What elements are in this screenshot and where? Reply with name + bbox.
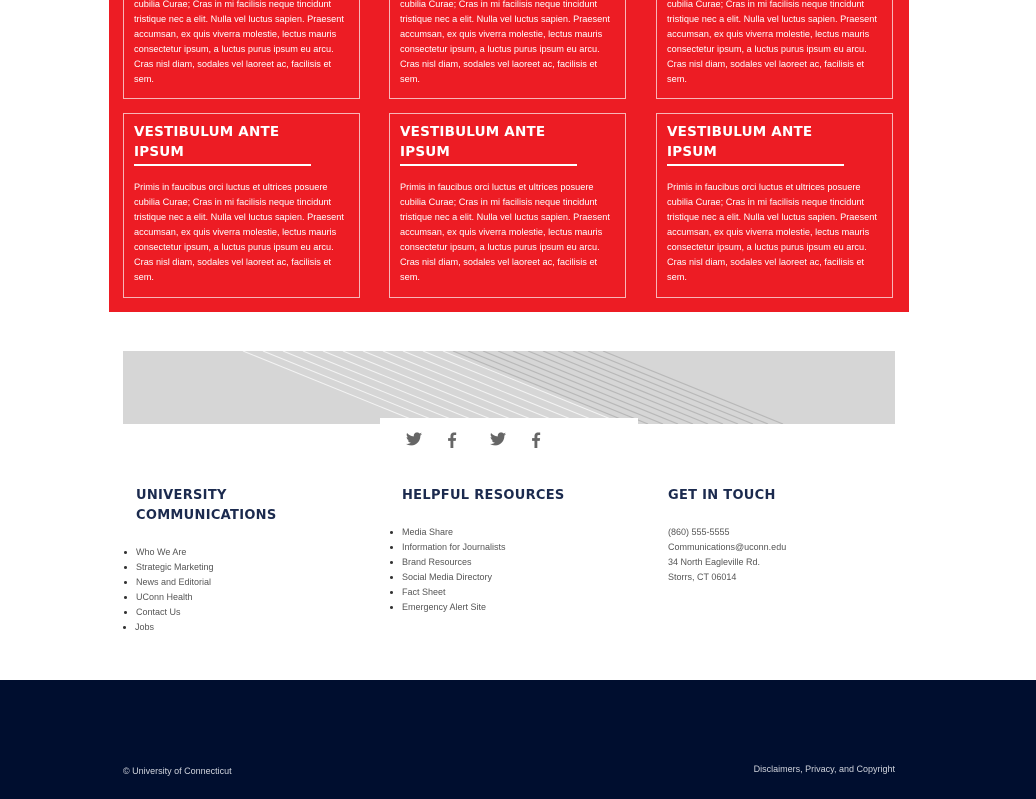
twitter-icon[interactable] — [405, 432, 423, 448]
footer-link[interactable]: Who We Are — [136, 547, 186, 557]
facebook-icon[interactable] — [443, 432, 461, 448]
list-item: Information for Journalists — [390, 540, 632, 555]
footer-link[interactable]: Jobs — [135, 622, 154, 632]
list-item: Social Media Directory — [390, 570, 632, 585]
card-title: Vestibulum ante ipsum — [400, 124, 546, 160]
facebook-icon[interactable] — [527, 432, 545, 448]
footer-column-contact: Get in Touch (860) 555-5555 Communicatio… — [668, 486, 898, 585]
card-body-text: cubilia Curae; Cras in mi facilisis nequ… — [667, 0, 877, 84]
list-item: Media Share — [390, 525, 632, 540]
card-body-text: Primis in faucibus orci luctus et ultric… — [400, 182, 610, 282]
list-item: Brand Resources — [390, 555, 632, 570]
legal-link[interactable]: Disclaimers, Privacy, and Copyright — [754, 763, 895, 775]
list-item: Who We Are — [124, 545, 366, 560]
card-divider — [134, 164, 311, 166]
diagonal-stripes-graphic — [242, 351, 784, 424]
footer-link[interactable]: Media Share — [402, 527, 453, 537]
footer-link[interactable]: Information for Journalists — [402, 542, 506, 552]
contact-address-line: 34 North Eagleville Rd. — [668, 557, 761, 567]
footer-link[interactable]: UConn Health — [136, 592, 193, 602]
feature-card: Vestibulum ante ipsum Primis in faucibus… — [123, 113, 360, 298]
list-item: Emergency Alert Site — [390, 600, 632, 615]
footer-heading: Helpful Resources — [402, 488, 565, 503]
card-body-text: cubilia Curae; Cras in mi facilisis nequ… — [134, 0, 344, 84]
list-item: Fact Sheet — [390, 585, 632, 600]
footer-link[interactable]: Contact Us — [136, 607, 181, 617]
twitter-icon[interactable] — [489, 432, 507, 448]
card-divider — [400, 164, 577, 166]
footer-link-list: Media Share Information for Journalists … — [390, 525, 632, 615]
footer-link[interactable]: Emergency Alert Site — [402, 602, 486, 612]
footer-banner-graphic — [123, 351, 895, 424]
footer-column-resources: Helpful Resources Media Share Informatio… — [390, 486, 632, 615]
card-body-text: Primis in faucibus orci luctus et ultric… — [667, 182, 877, 282]
footer-link[interactable]: Social Media Directory — [402, 572, 492, 582]
site-footer-bar — [0, 680, 1036, 799]
social-tab — [380, 418, 638, 424]
card-body-text: Primis in faucibus orci luctus et ultric… — [134, 182, 344, 282]
list-item: Strategic Marketing — [124, 560, 366, 575]
feature-card: cubilia Curae; Cras in mi facilisis nequ… — [389, 0, 626, 99]
footer-column-communications: University Communications Who We Are Str… — [123, 486, 366, 635]
list-item: Jobs — [123, 620, 366, 635]
footer-link[interactable]: Strategic Marketing — [136, 562, 214, 572]
card-body-text: cubilia Curae; Cras in mi facilisis nequ… — [400, 0, 610, 84]
list-item: UConn Health — [124, 590, 366, 605]
feature-cards-section: cubilia Curae; Cras in mi facilisis nequ… — [109, 0, 909, 312]
footer-heading: Get in Touch — [668, 488, 776, 503]
contact-phone[interactable]: (860) 555-5555 — [668, 525, 898, 540]
list-item: News and Editorial — [124, 575, 366, 590]
footer-link-list: Who We Are Strategic Marketing News and … — [123, 545, 366, 635]
card-title: Vestibulum ante ipsum — [134, 124, 280, 160]
feature-card: Vestibulum ante ipsum Primis in faucibus… — [389, 113, 626, 298]
contact-address-line: Storrs, CT 06014 — [668, 572, 737, 582]
footer-link[interactable]: Brand Resources — [402, 557, 472, 567]
feature-card: cubilia Curae; Cras in mi facilisis nequ… — [656, 0, 893, 99]
feature-card: cubilia Curae; Cras in mi facilisis nequ… — [123, 0, 360, 99]
card-title: Vestibulum ante ipsum — [667, 124, 813, 160]
footer-heading: University Communications — [136, 488, 277, 523]
card-divider — [667, 164, 844, 166]
copyright-text: © University of Connecticut — [123, 766, 232, 776]
footer-link[interactable]: Fact Sheet — [402, 587, 446, 597]
list-item: Contact Us — [124, 605, 366, 620]
footer-link[interactable]: News and Editorial — [136, 577, 211, 587]
contact-email[interactable]: Communications@uconn.edu — [668, 540, 898, 555]
contact-info: (860) 555-5555 Communications@uconn.edu … — [668, 525, 898, 585]
feature-card: Vestibulum ante ipsum Primis in faucibus… — [656, 113, 893, 298]
